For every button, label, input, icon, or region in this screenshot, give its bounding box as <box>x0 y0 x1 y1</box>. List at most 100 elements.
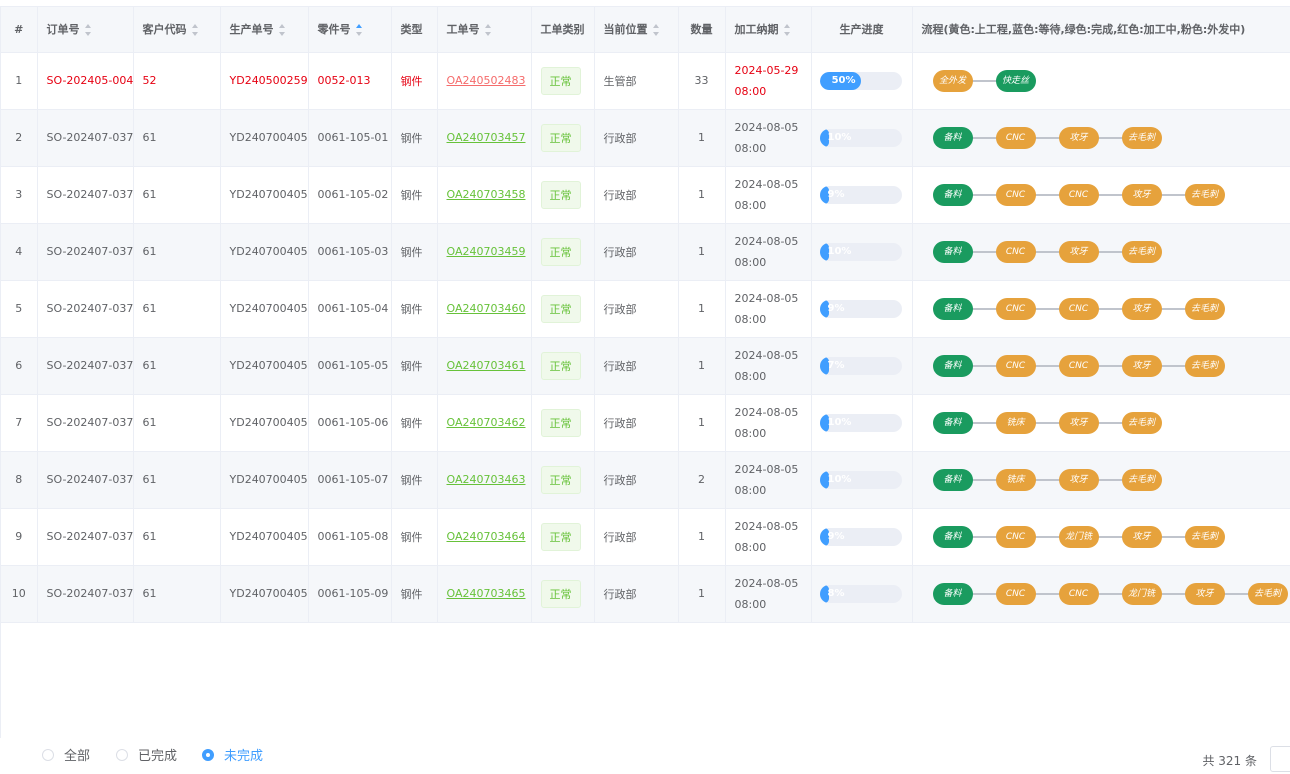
flow-step-node[interactable]: 备料 <box>932 354 973 377</box>
sort-icon[interactable] <box>484 23 492 37</box>
sort-icon[interactable] <box>783 23 791 37</box>
flow-step-node[interactable]: 攻牙 <box>1058 126 1099 149</box>
work-order-link[interactable]: OA240703458 <box>447 188 526 201</box>
flow-step-node[interactable]: 攻牙 <box>1121 183 1162 206</box>
filter-all-radio[interactable]: 全部 <box>42 745 90 764</box>
filter-done-radio[interactable]: 已完成 <box>116 745 177 764</box>
sort-asc-icon[interactable] <box>355 23 363 37</box>
flow-step-node[interactable]: 去毛刺 <box>1247 582 1288 605</box>
work-order-link[interactable]: OA240703464 <box>447 530 526 543</box>
flow-step-node[interactable]: 龙门铣 <box>1121 582 1162 605</box>
progress-text: 50% <box>831 74 856 86</box>
filter-undone-radio[interactable]: 未完成 <box>202 745 263 764</box>
flow-step-node[interactable]: 备料 <box>932 183 973 206</box>
flow-step-node[interactable]: 去毛刺 <box>1121 126 1162 149</box>
progress-cell: 8% <box>811 565 913 623</box>
flow-step-node[interactable]: 去毛刺 <box>1184 354 1225 377</box>
flow-step-node[interactable]: 攻牙 <box>1121 525 1162 548</box>
work-order-link[interactable]: OA240502483 <box>447 74 526 87</box>
flow-step-node[interactable]: 备料 <box>932 582 973 605</box>
col-prod-label: 生产单号 <box>229 23 274 37</box>
work-order-link[interactable]: OA240703463 <box>447 473 526 486</box>
flow-step-node[interactable]: 去毛刺 <box>1184 183 1225 206</box>
flow-step-node[interactable]: CNC <box>1058 582 1099 605</box>
flow-step-node[interactable]: 去毛刺 <box>1184 525 1225 548</box>
flow-step-node[interactable]: 去毛刺 <box>1121 240 1162 263</box>
flow-step-node[interactable]: CNC <box>995 126 1036 149</box>
work-order-link[interactable]: OA240703457 <box>447 131 526 144</box>
table-row[interactable]: 8 SO-202407-037 61 YD240700405 0061-105-07 钢件… <box>1 451 1290 509</box>
work-order-link[interactable]: OA240703462 <box>447 416 526 429</box>
flow-step-node[interactable]: CNC <box>995 354 1036 377</box>
col-order-no[interactable]: 订单号 <box>37 7 134 53</box>
part-no-cell: 0061-105-05 <box>308 337 392 395</box>
location-cell: 行政部 <box>594 166 679 224</box>
flow-cell: 备料 CNC CNC 攻牙 去毛刺 <box>912 166 1290 224</box>
flow-step-node[interactable]: 龙门铣 <box>1058 525 1099 548</box>
table-row[interactable]: 2 SO-202407-037 61 YD240700405 0061-105-01 钢件… <box>1 109 1290 167</box>
work-order-link[interactable]: OA240703461 <box>447 359 526 372</box>
flow-step-node[interactable]: 备料 <box>932 525 973 548</box>
radio-checked-icon[interactable] <box>202 748 214 761</box>
flow-step-node[interactable]: 备料 <box>932 468 973 491</box>
flow-step-node[interactable]: 铣床 <box>995 468 1036 491</box>
table-row[interactable]: 10 SO-202407-037 61 YD240700405 0061-105-09 钢… <box>1 565 1290 623</box>
process-flow: 备料 CNC 攻牙 去毛刺 <box>932 240 1290 263</box>
radio-circle-icon[interactable] <box>42 748 54 761</box>
flow-step-node[interactable]: CNC <box>995 183 1036 206</box>
flow-step-node[interactable]: 去毛刺 <box>1184 297 1225 320</box>
flow-step-node[interactable]: 去毛刺 <box>1121 411 1162 434</box>
table-row[interactable]: 7 SO-202407-037 61 YD240700405 0061-105-06 钢件… <box>1 394 1290 452</box>
table-row[interactable]: 9 SO-202407-037 61 YD240700405 0061-105-08 钢件… <box>1 508 1290 566</box>
sort-icon[interactable] <box>84 23 92 37</box>
col-location[interactable]: 当前位置 <box>594 7 679 53</box>
flow-step-node[interactable]: 铣床 <box>995 411 1036 434</box>
flow-step-node[interactable]: CNC <box>995 582 1036 605</box>
status-tag: 正常 <box>540 237 581 266</box>
flow-step-node[interactable]: 攻牙 <box>1058 411 1099 434</box>
flow-step-node[interactable]: CNC <box>995 240 1036 263</box>
page-size-select[interactable] <box>1270 746 1290 772</box>
work-order-link[interactable]: OA240703465 <box>447 587 526 600</box>
sort-icon[interactable] <box>652 23 660 37</box>
flow-step-node[interactable]: 攻牙 <box>1058 240 1099 263</box>
flow-step-node[interactable]: 备料 <box>932 240 973 263</box>
col-production-no[interactable]: 生产单号 <box>220 7 309 53</box>
work-order-link[interactable]: OA240703459 <box>447 245 526 258</box>
type-cell: 钢件 <box>391 166 438 224</box>
flow-step-node[interactable]: CNC <box>1058 297 1099 320</box>
flow-step-node[interactable]: CNC <box>1058 354 1099 377</box>
flow-step-node[interactable]: 全外发 <box>932 69 973 92</box>
progress-cell: 9% <box>811 280 913 338</box>
radio-circle-icon[interactable] <box>116 748 128 761</box>
row-index: 2 <box>1 109 38 167</box>
table-row[interactable]: 4 SO-202407-037 61 YD240700405 0061-105-03 钢件… <box>1 223 1290 281</box>
flow-step-node[interactable]: CNC <box>995 525 1036 548</box>
flow-cell: 备料 CNC CNC 攻牙 去毛刺 <box>912 337 1290 395</box>
col-work-order[interactable]: 工单号 <box>437 7 532 53</box>
work-order-link[interactable]: OA240703460 <box>447 302 526 315</box>
flow-step-node[interactable]: 备料 <box>932 297 973 320</box>
flow-step-node[interactable]: 备料 <box>932 411 973 434</box>
table-row[interactable]: 1 SO-202405-004 52 YD240500259 0052-013 钢件 OA2… <box>1 52 1290 110</box>
flow-step-node[interactable]: 攻牙 <box>1121 297 1162 320</box>
table-row[interactable]: 6 SO-202407-037 61 YD240700405 0061-105-05 钢件… <box>1 337 1290 395</box>
flow-step-node[interactable]: 攻牙 <box>1184 582 1225 605</box>
table-row[interactable]: 5 SO-202407-037 61 YD240700405 0061-105-04 钢件… <box>1 280 1290 338</box>
flow-step-node[interactable]: 去毛刺 <box>1121 468 1162 491</box>
progress-bar: 8% <box>819 584 902 603</box>
progress-bar: 10% <box>819 413 902 432</box>
flow-step-node[interactable]: 快走丝 <box>995 69 1036 92</box>
flow-step-node[interactable]: 攻牙 <box>1121 354 1162 377</box>
col-customer-code[interactable]: 客户代码 <box>133 7 221 53</box>
flow-step-node[interactable]: CNC <box>1058 183 1099 206</box>
flow-step-node[interactable]: 攻牙 <box>1058 468 1099 491</box>
sort-icon[interactable] <box>191 23 199 37</box>
col-part-label: 零件号 <box>317 23 351 37</box>
table-row[interactable]: 3 SO-202407-037 61 YD240700405 0061-105-02 钢件… <box>1 166 1290 224</box>
flow-step-node[interactable]: CNC <box>995 297 1036 320</box>
col-due-date[interactable]: 加工纳期 <box>725 7 812 53</box>
sort-icon[interactable] <box>278 23 286 37</box>
col-part-no[interactable]: 零件号 <box>308 7 392 53</box>
flow-step-node[interactable]: 备料 <box>932 126 973 149</box>
